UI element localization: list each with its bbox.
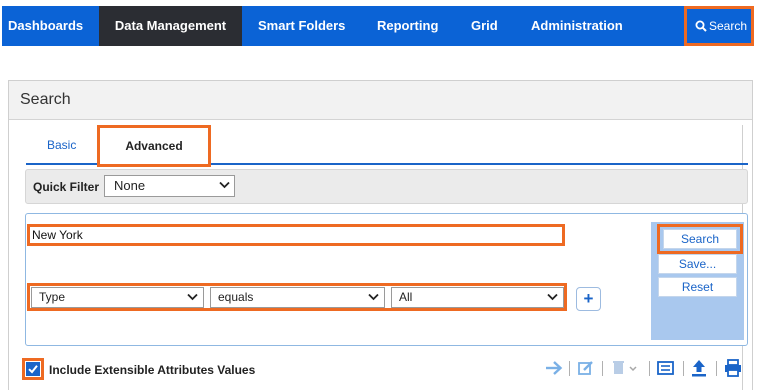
quick-filter-label: Quick Filter xyxy=(33,180,100,194)
nav-search-label: Search xyxy=(709,19,748,33)
add-condition-button[interactable]: + xyxy=(576,287,601,311)
condition-value-select[interactable]: All xyxy=(391,287,564,308)
upload-icon[interactable] xyxy=(689,358,709,378)
condition-value-value: All xyxy=(399,290,413,304)
condition-operator-value: equals xyxy=(218,290,254,304)
condition-field-value: Type xyxy=(39,290,66,304)
search-button[interactable]: Search xyxy=(657,224,743,254)
nav-smart-folders[interactable]: Smart Folders xyxy=(258,6,345,46)
nav-search-button[interactable]: Search xyxy=(684,6,754,46)
include-extensible-attributes-label: Include Extensible Attributes Values xyxy=(49,363,256,377)
nav-administration[interactable]: Administration xyxy=(531,6,623,46)
checkbox-fill xyxy=(26,362,40,376)
toolbar-divider xyxy=(569,361,570,376)
toolbar-divider xyxy=(602,361,603,376)
toolbar-divider xyxy=(683,361,684,376)
save-button[interactable]: Save... xyxy=(658,254,737,274)
tab-advanced[interactable]: Advanced xyxy=(97,125,211,167)
reset-button[interactable]: Reset xyxy=(658,277,737,297)
toolbar-divider xyxy=(716,361,717,376)
panel-title: Search xyxy=(20,91,71,108)
tab-basic[interactable]: Basic xyxy=(47,130,76,160)
nav-dashboards[interactable]: Dashboards xyxy=(8,6,83,46)
chevron-down-icon xyxy=(187,293,198,301)
condition-field-select[interactable]: Type xyxy=(31,287,204,308)
quick-filter-select[interactable]: None xyxy=(104,175,235,197)
trash-icon[interactable] xyxy=(610,358,640,378)
nav-grid[interactable]: Grid xyxy=(471,6,498,46)
chevron-down-icon xyxy=(547,293,558,301)
search-icon xyxy=(695,20,707,32)
include-extensible-attributes-checkbox[interactable] xyxy=(22,358,44,380)
edit-icon[interactable] xyxy=(576,358,596,378)
chevron-down-icon xyxy=(368,293,379,301)
quick-filter-value: None xyxy=(114,178,146,193)
nav-reporting[interactable]: Reporting xyxy=(377,6,438,46)
print-icon[interactable] xyxy=(723,358,743,378)
list-icon[interactable] xyxy=(656,358,676,378)
condition-operator-select[interactable]: equals xyxy=(210,287,385,308)
top-navigation-bar: Dashboards Data Management Smart Folders… xyxy=(2,6,754,46)
toolbar-divider xyxy=(649,361,650,376)
arrow-right-icon[interactable] xyxy=(544,358,564,378)
search-text-input[interactable]: New York xyxy=(27,224,565,246)
search-button-label: Search xyxy=(663,229,737,249)
checkmark-icon xyxy=(28,365,38,374)
nav-data-management[interactable]: Data Management xyxy=(99,6,242,46)
chevron-down-icon xyxy=(219,181,230,189)
search-panel-header: Search xyxy=(9,81,752,120)
